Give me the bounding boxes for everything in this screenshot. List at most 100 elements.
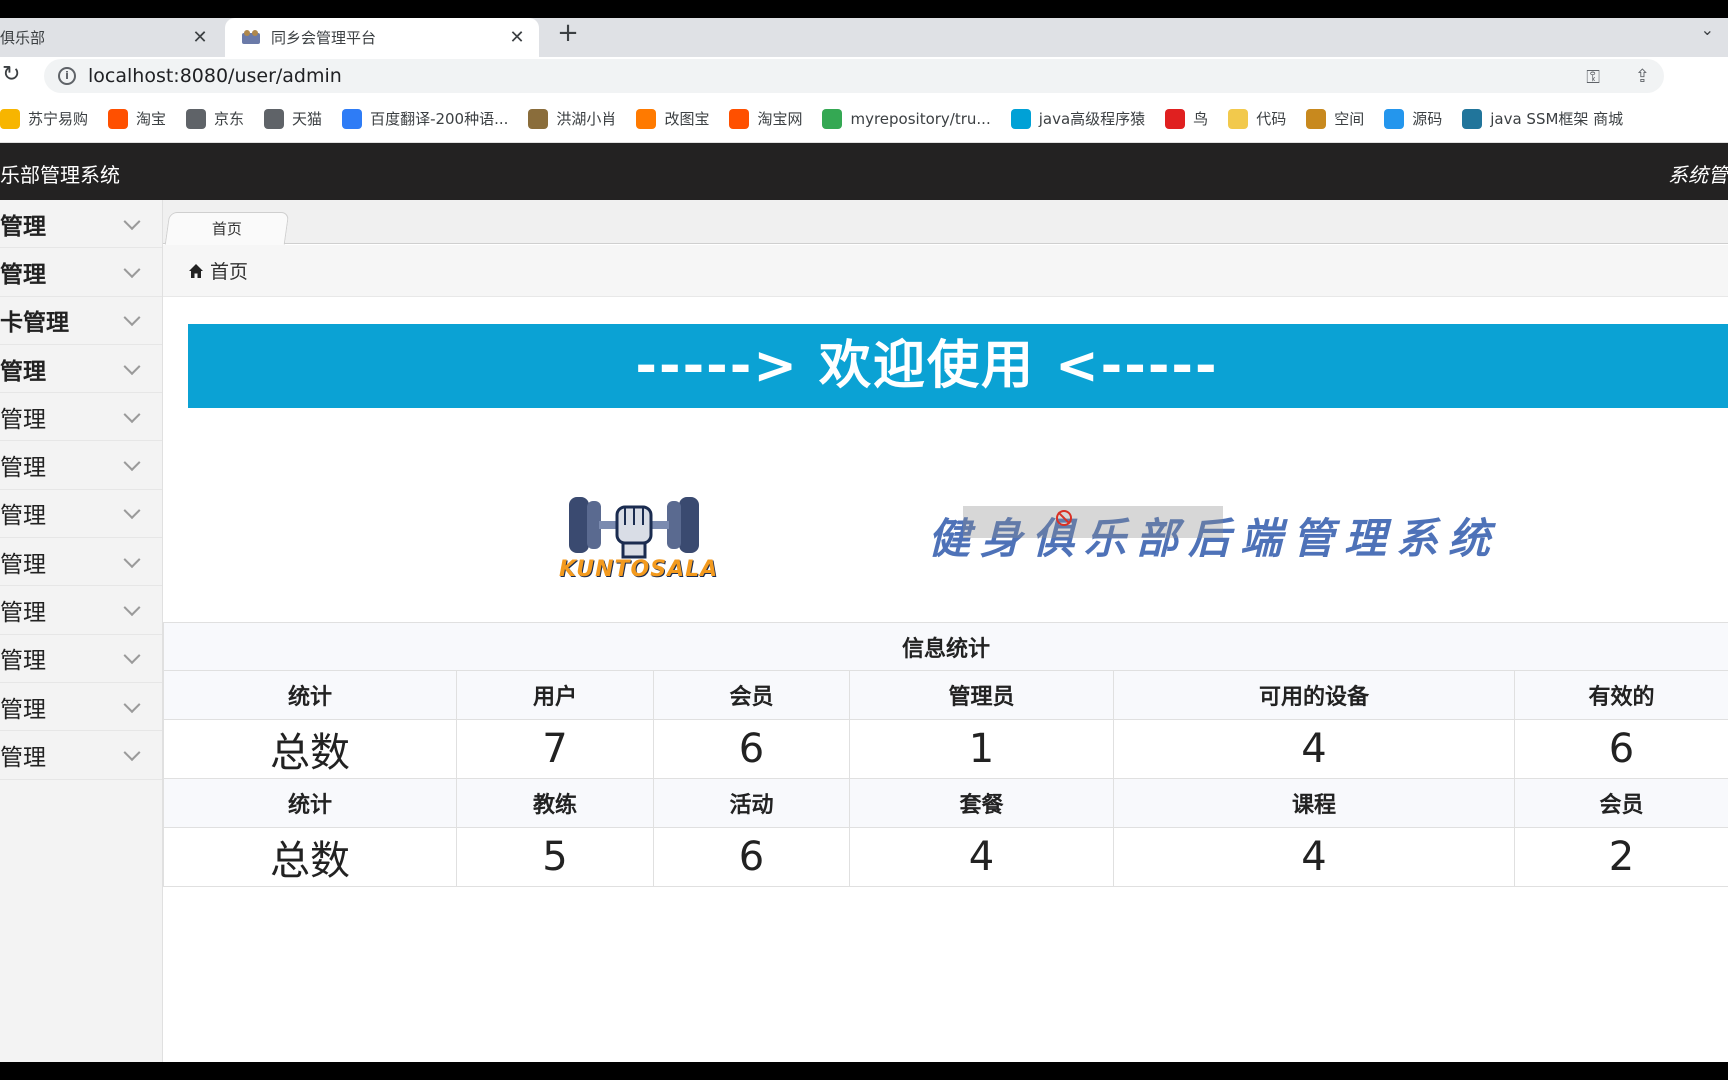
bookmark-item[interactable]: java SSM框架 商城	[1462, 108, 1623, 129]
site-info-icon[interactable]: i	[58, 67, 76, 85]
stats-value-cell: 2	[1513, 827, 1728, 887]
bookmark-item[interactable]: 苏宁易购	[0, 108, 88, 129]
bookmark-label: 百度翻译-200种语...	[370, 110, 509, 128]
sidebar-item[interactable]: 管理	[0, 731, 162, 780]
bookmark-label: 苏宁易购	[28, 110, 89, 128]
chevron-down-icon[interactable]	[123, 212, 141, 230]
new-tab-button[interactable]: +	[556, 18, 580, 48]
chevron-down-icon[interactable]	[123, 454, 141, 472]
welcome-banner: -----> 欢迎使用 <-----	[188, 324, 1728, 408]
stats-value-row: 总数 7 6 1 4 6	[163, 719, 1728, 779]
sidebar-item-label: 卡管理	[0, 310, 69, 337]
chevron-down-icon[interactable]	[123, 405, 141, 423]
reload-icon[interactable]: ↻	[2, 62, 20, 87]
sidebar-item[interactable]: 管理	[0, 248, 162, 297]
share-icon[interactable]: ⇪	[1635, 66, 1650, 87]
chevron-down-icon[interactable]	[123, 599, 141, 617]
sidebar-item[interactable]: 管理	[0, 345, 162, 394]
image-overlay	[963, 506, 1223, 538]
sidebar-item[interactable]: 管理	[0, 441, 162, 490]
close-icon[interactable]: ✕	[505, 27, 529, 48]
favicon-icon	[241, 29, 261, 46]
bookmark-item[interactable]: myrepository/tru...	[822, 108, 991, 129]
chevron-down-icon[interactable]	[123, 502, 141, 520]
close-icon[interactable]: ✕	[188, 27, 212, 48]
browser-tab-inactive[interactable]: 俱乐部 ✕	[0, 18, 222, 57]
omnibox[interactable]: i localhost:8080/user/admin ⚿ ⇪	[44, 59, 1664, 93]
stats-header-cell: 课程	[1113, 778, 1515, 828]
chevron-down-icon[interactable]	[123, 357, 141, 375]
stats-header-row: 统计 用户 会员 管理员 可用的设备 有效的	[163, 670, 1728, 720]
sidebar-item[interactable]: 卡管理	[0, 297, 162, 345]
bookmark-label: 淘宝	[136, 110, 167, 128]
no-entry-icon	[1056, 510, 1072, 526]
sidebar-item-label: 管理	[0, 406, 46, 433]
sidebar-item-label: 管理	[0, 600, 46, 627]
bookmark-item[interactable]: 淘宝	[108, 108, 166, 129]
bookmark-item[interactable]: 洪湖小肖	[528, 108, 616, 129]
gym-logo: KUNTOSALA	[559, 485, 717, 585]
stats-value-cell: 1	[849, 719, 1114, 779]
breadcrumb-home[interactable]: 首页	[210, 257, 248, 284]
sidebar-item[interactable]: 管理	[0, 490, 162, 539]
sidebar-item[interactable]: 管理	[0, 683, 162, 732]
browser-tab-strip: 俱乐部 ✕ 同乡会管理平台 ✕	[0, 18, 1728, 57]
stats-header-cell: 管理员	[849, 670, 1114, 720]
header-right-text[interactable]: 系统管	[1668, 159, 1728, 188]
stats-value-row: 总数 5 6 4 4 2	[163, 827, 1728, 887]
sidebar: 管理 管理 卡管理 管理 管理 管理 管理 管理 管理 管理 管理 管理	[0, 200, 163, 1062]
stats-header-cell: 会员	[653, 670, 850, 720]
url-text[interactable]: localhost:8080/user/admin	[88, 65, 342, 87]
bookmark-item[interactable]: 代码	[1228, 108, 1286, 129]
code-icon	[1228, 108, 1249, 129]
chevron-down-icon[interactable]	[123, 261, 141, 279]
suning-icon	[0, 108, 20, 129]
home-icon	[188, 263, 204, 279]
bookmark-item[interactable]: 天猫	[264, 108, 322, 129]
sidebar-item-label: 管理	[0, 551, 46, 578]
stats-table: 信息统计 统计 用户 会员 管理员 可用的设备 有效的 总数 7 6 1 4 6 统计 教练 活动 套餐 课程会…	[162, 622, 1728, 887]
bookmark-item[interactable]: 改图宝	[636, 108, 709, 129]
bookmark-item[interactable]: 空间	[1306, 108, 1364, 129]
stats-value-cell: 7	[456, 719, 654, 779]
top-black-bar	[0, 0, 1728, 18]
stats-header-cell: 用户	[456, 670, 654, 720]
bookmark-item[interactable]: 淘宝网	[729, 108, 802, 129]
sidebar-item[interactable]: 管理	[0, 393, 162, 442]
tab-search-chevron-icon[interactable]: ⌄	[1701, 20, 1714, 39]
chevron-down-icon[interactable]	[123, 550, 141, 568]
bookmarks-bar: 苏宁易购 淘宝 京东 天猫 百度翻译-200种语... 洪湖小肖 改图宝 淘宝网 myrepos…	[0, 95, 1728, 143]
bookmark-label: 洪湖小肖	[556, 110, 617, 128]
key-icon[interactable]: ⚿	[1586, 67, 1600, 88]
sidebar-item[interactable]: 管理	[0, 586, 162, 635]
bookmark-item[interactable]: 鸟	[1165, 108, 1208, 129]
stats-value-cell: 5	[456, 827, 654, 887]
chevron-down-icon[interactable]	[123, 744, 141, 761]
browser-tab-active[interactable]: 同乡会管理平台 ✕	[225, 18, 539, 57]
sidebar-item[interactable]: 管理	[0, 538, 162, 587]
chevron-down-icon[interactable]	[123, 647, 141, 665]
sidebar-item-label: 管理	[0, 744, 46, 771]
stats-value-cell: 4	[1113, 719, 1515, 779]
sidebar-item-label: 管理	[0, 213, 46, 240]
bookmark-label: 鸟	[1193, 110, 1209, 128]
sidebar-item[interactable]: 管理	[0, 200, 162, 249]
tab-home[interactable]: 首页	[164, 212, 290, 245]
bottom-black-bar	[0, 1062, 1728, 1080]
stats-value-cell: 6	[1513, 719, 1728, 779]
sidebar-item-label: 管理	[0, 696, 46, 723]
app-title: 乐部管理系统	[0, 163, 120, 187]
stats-header-cell: 可用的设备	[1113, 670, 1515, 720]
content-tabs-bar: 首页	[163, 200, 1728, 245]
gaitubao-icon	[636, 108, 657, 129]
bookmark-item[interactable]: 源码	[1384, 108, 1442, 129]
bookmark-item[interactable]: java高级程序猿	[1010, 108, 1145, 129]
bookmark-item[interactable]: 百度翻译-200种语...	[342, 108, 508, 129]
bookmark-item[interactable]: 京东	[186, 108, 244, 129]
wordpress-icon	[1462, 108, 1483, 129]
chevron-down-icon[interactable]	[123, 309, 141, 327]
chevron-down-icon[interactable]	[123, 695, 141, 713]
sidebar-item-label: 管理	[0, 261, 46, 288]
sidebar-item[interactable]: 管理	[0, 635, 162, 683]
stats-value-cell: 4	[849, 827, 1114, 887]
